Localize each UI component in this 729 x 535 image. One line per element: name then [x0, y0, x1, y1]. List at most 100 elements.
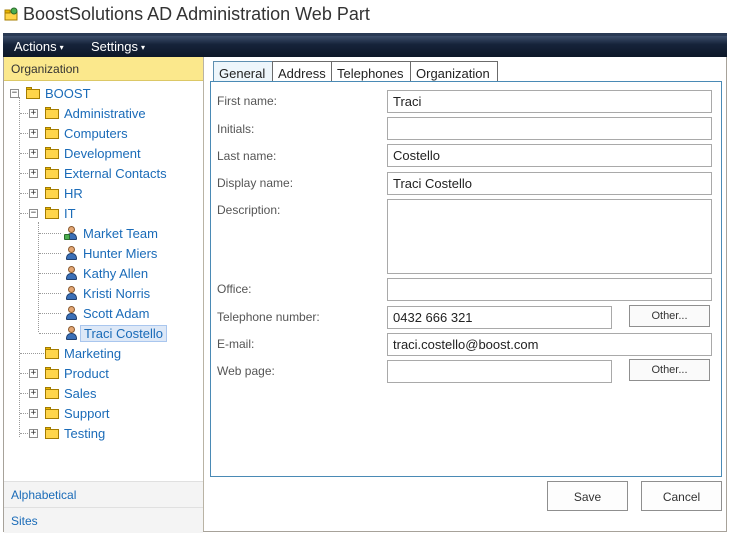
- tree-node-scott-adam[interactable]: Scott Adam: [4, 304, 203, 324]
- tree-node-label: Traci Costello: [80, 325, 167, 342]
- collapse-icon[interactable]: −: [10, 89, 19, 98]
- folder-icon: [45, 207, 59, 219]
- tree-node-it[interactable]: − IT: [4, 204, 203, 224]
- display-name-label: Display name:: [217, 176, 294, 190]
- save-button[interactable]: Save: [547, 481, 628, 511]
- office-label: Office:: [217, 282, 252, 296]
- tree-node-label: External Contacts: [64, 166, 167, 181]
- nav-alphabetical[interactable]: Alphabetical: [4, 481, 203, 507]
- email-field[interactable]: [387, 333, 712, 356]
- expand-icon[interactable]: +: [29, 189, 38, 198]
- user-icon: [64, 265, 78, 281]
- last-name-field[interactable]: [387, 144, 712, 167]
- tree-node-administrative[interactable]: + Administrative: [4, 104, 203, 124]
- web-page-field[interactable]: [387, 360, 612, 383]
- tree-node-traci-costello[interactable]: Traci Costello: [4, 324, 203, 344]
- first-name-field[interactable]: [387, 90, 712, 113]
- folder-icon: [45, 167, 59, 179]
- main-frame: Organization − BOOST + Administrative +: [3, 57, 727, 533]
- tree-node-marketing[interactable]: Marketing: [4, 344, 203, 364]
- organization-tree: − BOOST + Administrative + Computers + D…: [4, 85, 203, 480]
- tree-node-external-contacts[interactable]: + External Contacts: [4, 164, 203, 184]
- tab-organization[interactable]: Organization: [410, 61, 498, 83]
- tree-node-label: Development: [64, 146, 141, 161]
- display-name-field[interactable]: [387, 172, 712, 195]
- tree-node-development[interactable]: + Development: [4, 144, 203, 164]
- initials-field[interactable]: [387, 117, 712, 140]
- expand-icon[interactable]: +: [29, 109, 38, 118]
- last-name-label: Last name:: [217, 149, 277, 163]
- tree-node-label: Testing: [64, 426, 106, 441]
- folder-icon: [45, 387, 59, 399]
- expand-icon[interactable]: +: [29, 129, 38, 138]
- telephone-label: Telephone number:: [217, 310, 320, 324]
- expand-icon[interactable]: +: [29, 149, 38, 158]
- expand-icon[interactable]: +: [29, 169, 38, 178]
- tree-node-hunter-miers[interactable]: Hunter Miers: [4, 244, 203, 264]
- tree-node-label: Market Team: [83, 226, 158, 241]
- collapse-icon[interactable]: −: [29, 209, 38, 218]
- tab-general[interactable]: General: [213, 61, 273, 83]
- tree-node-label: IT: [64, 206, 76, 221]
- email-label: E-mail:: [217, 337, 255, 351]
- tab-address[interactable]: Address: [272, 61, 332, 83]
- tree-node-label: Hunter Miers: [83, 246, 158, 261]
- organization-header[interactable]: Organization: [4, 57, 203, 81]
- tree-node-label: HR: [64, 186, 83, 201]
- tree-node-kathy-allen[interactable]: Kathy Allen: [4, 264, 203, 284]
- office-field[interactable]: [387, 278, 712, 301]
- ad-webpart-icon: [4, 7, 18, 21]
- user-icon: [64, 305, 78, 321]
- folder-icon: [45, 127, 59, 139]
- left-panel: Organization − BOOST + Administrative +: [4, 57, 204, 533]
- folder-icon: [45, 107, 59, 119]
- actions-menu[interactable]: Actions ▾: [14, 39, 64, 54]
- first-name-label: First name:: [217, 94, 278, 108]
- expand-icon[interactable]: +: [29, 409, 38, 418]
- page-title: BoostSolutions AD Administration Web Par…: [23, 4, 370, 24]
- folder-icon: [45, 427, 59, 439]
- tab-telephones[interactable]: Telephones: [331, 61, 411, 83]
- folder-icon: [26, 87, 40, 99]
- telephone-other-button[interactable]: Other...: [629, 305, 710, 327]
- expand-icon[interactable]: +: [29, 389, 38, 398]
- chevron-down-icon: ▾: [59, 43, 64, 52]
- tree-node-computers[interactable]: + Computers: [4, 124, 203, 144]
- tree-node-label: Support: [64, 406, 110, 421]
- tree-node-label: Administrative: [64, 106, 146, 121]
- initials-label: Initials:: [217, 122, 255, 136]
- tree-node-product[interactable]: + Product: [4, 364, 203, 384]
- expand-icon[interactable]: +: [29, 429, 38, 438]
- settings-menu[interactable]: Settings ▾: [91, 39, 145, 54]
- group-icon: [64, 225, 78, 241]
- general-tab-panel: First name: Initials: Last name: Display…: [210, 81, 722, 477]
- tree-node-label: Computers: [64, 126, 128, 141]
- actions-menu-label: Actions: [14, 39, 57, 54]
- folder-icon: [45, 147, 59, 159]
- web-page-other-button[interactable]: Other...: [629, 359, 710, 381]
- tree-node-label: Kathy Allen: [83, 266, 149, 281]
- folder-icon: [45, 367, 59, 379]
- nav-sites[interactable]: Sites: [4, 507, 203, 533]
- tree-node-label: Sales: [64, 386, 97, 401]
- user-icon: [64, 325, 78, 341]
- tree-node-market-team[interactable]: Market Team: [4, 224, 203, 244]
- tree-node-label: Scott Adam: [83, 306, 150, 321]
- telephone-field[interactable]: [387, 306, 612, 329]
- tree-node-support[interactable]: + Support: [4, 404, 203, 424]
- tree-node-kristi-norris[interactable]: Kristi Norris: [4, 284, 203, 304]
- title-bar: BoostSolutions AD Administration Web Par…: [0, 0, 729, 32]
- tree-node-hr[interactable]: + HR: [4, 184, 203, 204]
- folder-icon: [45, 347, 59, 359]
- tree-node-sales[interactable]: + Sales: [4, 384, 203, 404]
- cancel-button[interactable]: Cancel: [641, 481, 722, 511]
- chevron-down-icon: ▾: [140, 43, 145, 52]
- folder-icon: [45, 407, 59, 419]
- tree-node-testing[interactable]: + Testing: [4, 424, 203, 444]
- web-page-label: Web page:: [217, 364, 275, 378]
- description-field[interactable]: [387, 199, 712, 274]
- tree-node-boost[interactable]: − BOOST: [4, 84, 203, 104]
- tree-node-label: Kristi Norris: [83, 286, 151, 301]
- toolbar: Actions ▾ Settings ▾: [3, 33, 727, 57]
- expand-icon[interactable]: +: [29, 369, 38, 378]
